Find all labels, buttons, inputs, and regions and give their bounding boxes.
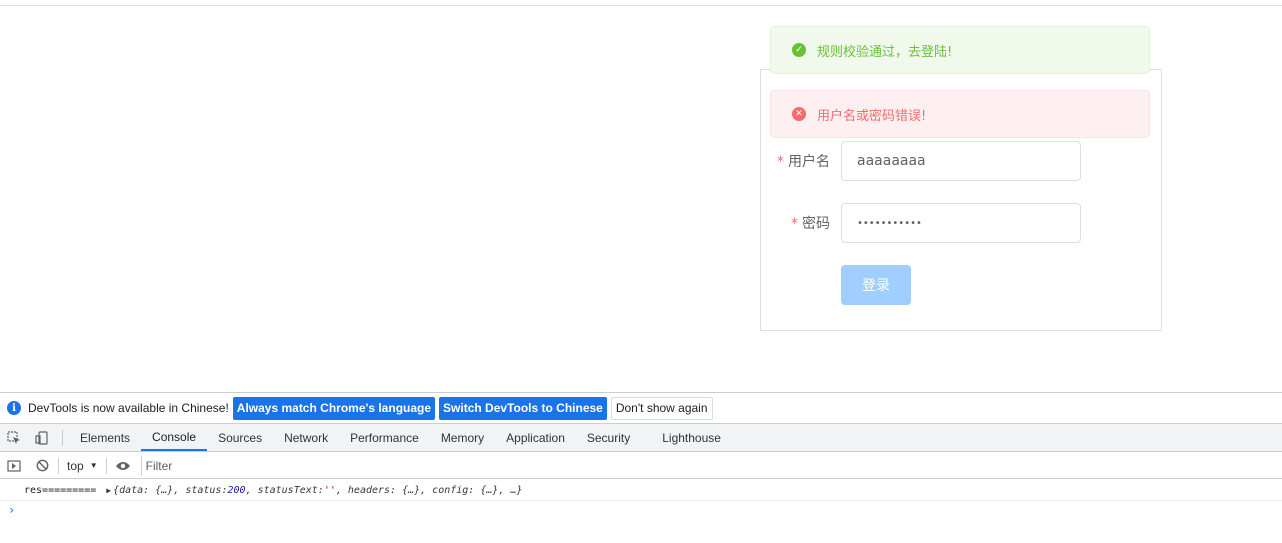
username-label-text: 用户名	[788, 154, 830, 170]
device-toolbar-icon[interactable]	[28, 424, 56, 451]
login-button[interactable]: 登录	[841, 265, 911, 305]
tab-application[interactable]: Application	[495, 424, 576, 451]
log-status-text-value: ''	[323, 485, 336, 496]
info-icon: i	[7, 401, 21, 415]
tab-performance[interactable]: Performance	[339, 424, 430, 451]
dont-show-again-button[interactable]: Don't show again	[610, 396, 713, 420]
password-label-text: 密码	[802, 216, 830, 232]
devtools-panel: i DevTools is now available in Chinese! …	[0, 392, 1282, 543]
password-label: * 密码	[791, 213, 830, 233]
log-object-mid: , statusText:	[245, 485, 324, 496]
tab-memory[interactable]: Memory	[430, 424, 495, 451]
log-label: res=========	[24, 485, 97, 496]
console-toolbar: top ▼ Filter	[0, 453, 1282, 479]
dropdown-arrow-icon: ▼	[89, 461, 98, 470]
error-alert: ✕ 用户名或密码错误!	[770, 90, 1150, 138]
log-object-suffix: , headers: {…}, config: {…}, …}	[335, 485, 523, 496]
console-log-line: res========= ▶ {data: {…}, status: 200 ,…	[0, 481, 1282, 501]
console-filter-input[interactable]: Filter	[140, 455, 441, 476]
inspect-element-icon[interactable]	[0, 424, 28, 451]
eye-icon[interactable]	[109, 452, 137, 479]
context-selector[interactable]: top ▼	[61, 459, 104, 473]
username-input-value: aaaaaaaa	[857, 153, 926, 169]
tab-console[interactable]: Console	[141, 424, 208, 451]
toolbar-separator	[105, 457, 107, 474]
log-object-prefix: {data: {…}, status:	[113, 485, 228, 496]
username-label: * 用户名	[777, 151, 830, 171]
context-selector-value: top	[67, 458, 84, 473]
tab-network[interactable]: Network	[273, 424, 339, 451]
close-circle-icon: ✕	[792, 107, 806, 121]
log-object[interactable]: ▶ {data: {…}, status: 200 , statusText: …	[106, 485, 522, 496]
top-divider	[0, 5, 1282, 6]
password-input[interactable]: •••••••••••	[841, 203, 1081, 243]
tab-elements[interactable]: Elements	[69, 424, 141, 451]
console-prompt[interactable]: ›	[8, 503, 15, 517]
required-mark: *	[791, 216, 798, 232]
expand-triangle-icon[interactable]: ▶	[106, 486, 111, 495]
username-input[interactable]: aaaaaaaa	[841, 141, 1081, 181]
success-alert: ✓ 规则校验通过，去登陆!	[770, 26, 1150, 74]
toolbar-separator	[62, 429, 63, 446]
tab-security[interactable]: Security	[576, 424, 641, 451]
tab-lighthouse[interactable]: Lighthouse	[651, 424, 732, 451]
log-status-value: 200	[227, 485, 246, 496]
sidebar-toggle-icon[interactable]	[0, 452, 28, 479]
devtools-tabbar: Elements Console Sources Network Perform…	[0, 424, 1282, 452]
password-input-value: •••••••••••	[857, 217, 922, 229]
check-circle-icon: ✓	[792, 43, 806, 57]
switch-to-chinese-button[interactable]: Switch DevTools to Chinese	[439, 396, 607, 420]
tab-sources[interactable]: Sources	[207, 424, 273, 451]
clear-console-icon[interactable]	[28, 452, 56, 479]
success-alert-text: 规则校验通过，去登陆!	[817, 44, 953, 60]
required-mark: *	[777, 154, 784, 170]
infobar-message: DevTools is now available in Chinese!	[28, 401, 229, 415]
toolbar-separator	[58, 457, 59, 474]
error-alert-text: 用户名或密码错误!	[817, 108, 927, 124]
always-match-language-button[interactable]: Always match Chrome's language	[232, 396, 436, 420]
language-infobar: i DevTools is now available in Chinese! …	[0, 393, 1282, 424]
